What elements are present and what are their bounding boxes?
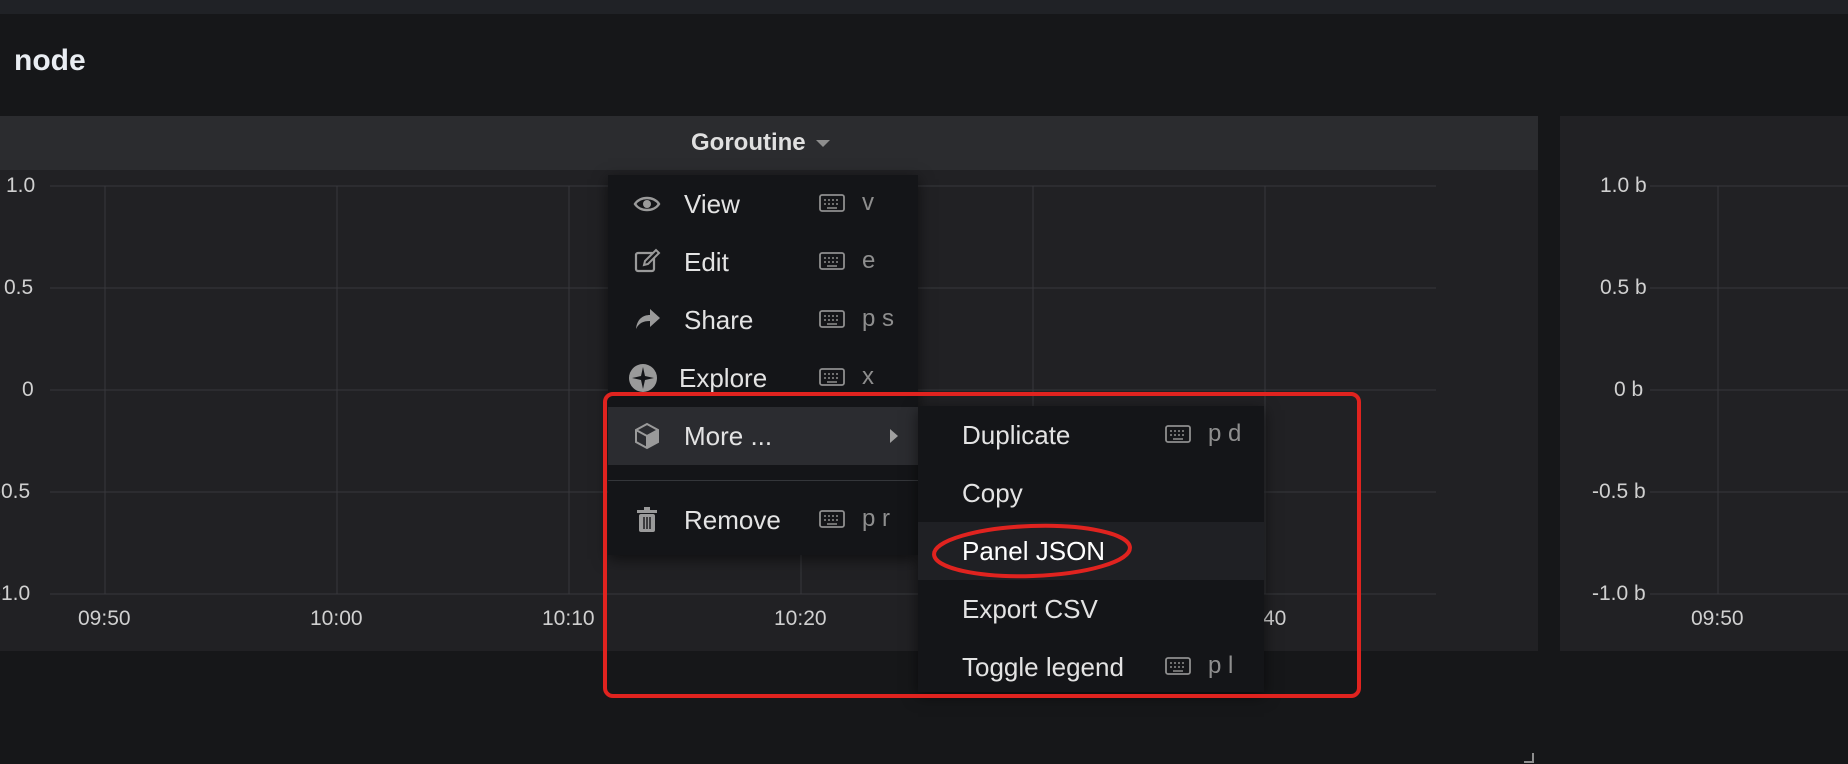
menu-item-label: More ... [684, 421, 773, 451]
menu-item-remove[interactable]: Remove p r [608, 491, 918, 549]
submenu-item-toggle-legend[interactable]: Toggle legend p l [918, 638, 1264, 696]
share-icon [636, 309, 660, 329]
x-tick-label: 09:50 [78, 607, 131, 630]
x-tick-label: 10:00 [310, 607, 363, 630]
submenu-item-panel-json[interactable]: Panel JSON [918, 522, 1264, 580]
menu-item-edit[interactable]: Edit e [608, 233, 918, 291]
keyboard-icon [1165, 425, 1191, 443]
y-tick-label: -1.0 [0, 582, 31, 605]
menu-item-label: Export CSV [962, 594, 1098, 624]
keyboard-icon [819, 510, 845, 528]
menu-item-view[interactable]: View v [608, 175, 918, 233]
edit-icon [634, 248, 661, 273]
menu-divider [608, 480, 918, 481]
y-tick-label: 1.0 [6, 174, 36, 197]
y-tick-label: 0 [22, 378, 34, 401]
x-tick-label: 10:20 [774, 607, 827, 630]
y-tick-label: 1.0 b [1600, 174, 1647, 197]
y-tick-label: 0.5 b [1600, 276, 1647, 299]
y-tick-label: -0.5 [0, 480, 31, 503]
menu-item-label: Duplicate [962, 420, 1071, 450]
submenu-item-duplicate[interactable]: Duplicate p d [918, 406, 1264, 464]
menu-item-label: Panel JSON [962, 536, 1106, 566]
menu-item-label: Copy [962, 478, 1023, 508]
menu-item-label: Edit [684, 247, 729, 277]
menu-item-label: Toggle legend [962, 652, 1124, 682]
x-tick-label: 40 [1263, 607, 1287, 630]
menu-item-shortcut: v [862, 189, 874, 216]
menu-item-shortcut: p d [1208, 420, 1242, 447]
y-tick-label: -1.0 b [1592, 582, 1646, 605]
y-tick-label: 0.5 [4, 276, 34, 299]
menu-item-label: Share [684, 305, 754, 335]
menu-item-share[interactable]: Share p s [608, 291, 918, 349]
more-submenu: Duplicate p d Copy Panel JSON Export CSV… [918, 406, 1264, 692]
trash-icon [637, 507, 657, 532]
keyboard-icon [819, 310, 845, 328]
menu-item-label: View [684, 189, 740, 219]
submenu-item-export-csv[interactable]: Export CSV [918, 580, 1264, 638]
submenu-item-copy[interactable]: Copy [918, 464, 1264, 522]
y-tick-label: 0 b [1614, 378, 1644, 401]
menu-item-shortcut: x [862, 363, 874, 390]
compass-icon [629, 364, 657, 392]
menu-item-shortcut: e [862, 247, 876, 274]
x-tick-label: 10:10 [542, 607, 595, 630]
cube-icon [635, 422, 659, 450]
menu-item-more[interactable]: More ... [608, 407, 918, 465]
menu-item-shortcut: p r [862, 505, 891, 532]
keyboard-icon [819, 368, 845, 386]
y-tick-label: -0.5 b [1592, 480, 1646, 503]
menu-item-label: Explore [679, 363, 768, 393]
x-tick-label: 09:50 [1691, 607, 1744, 630]
keyboard-icon [1165, 657, 1191, 675]
menu-item-label: Remove [684, 505, 781, 535]
panel-context-menu: View v Edit e Share p s Explore x More .… [608, 175, 918, 555]
menu-item-shortcut: p l [1208, 652, 1234, 679]
menu-item-shortcut: p s [862, 305, 895, 332]
eye-icon [633, 196, 661, 212]
keyboard-icon [819, 194, 845, 212]
chevron-right-icon [890, 429, 898, 443]
menu-item-explore[interactable]: Explore x [608, 349, 918, 407]
keyboard-icon [819, 252, 845, 270]
